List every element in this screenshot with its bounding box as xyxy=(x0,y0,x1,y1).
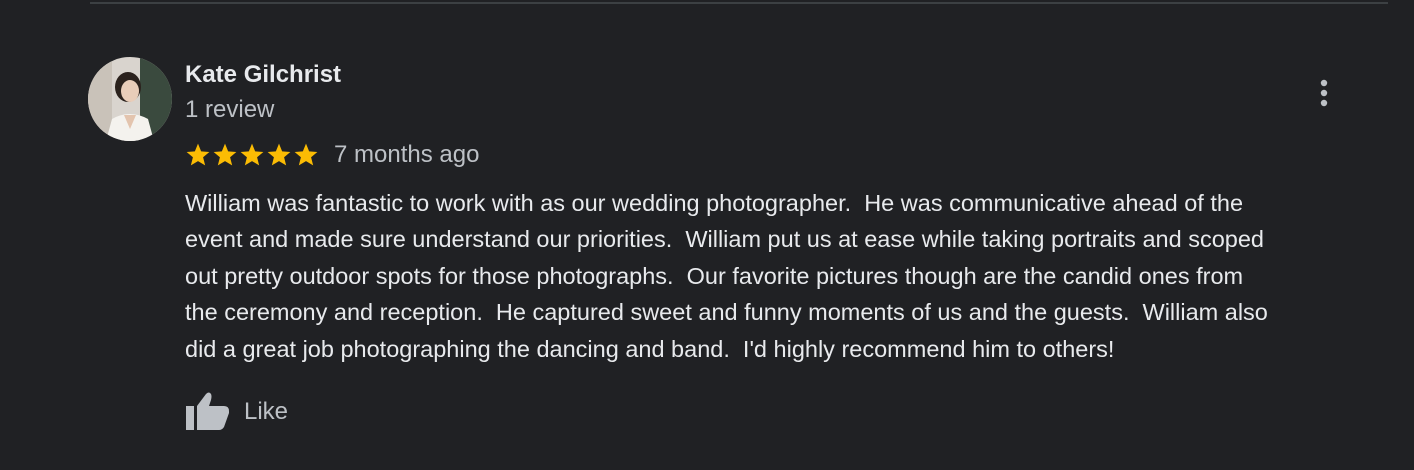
review-text-line: the ceremony and reception. He captured … xyxy=(185,299,1268,326)
star-icon xyxy=(240,143,264,166)
rating-row: 7 months ago xyxy=(185,141,480,168)
author-review-count: 1 review xyxy=(185,96,275,123)
star-icon xyxy=(186,143,210,166)
thumb-up-icon xyxy=(186,392,229,430)
more-vert-icon xyxy=(1320,79,1328,107)
like-label: Like xyxy=(244,398,289,425)
avatar[interactable] xyxy=(88,57,172,141)
like-button[interactable]: Like xyxy=(184,392,288,432)
review-text-line: did a great job photographing the dancin… xyxy=(185,335,1115,362)
author-name[interactable]: Kate Gilchrist xyxy=(185,61,341,89)
review-text-line: William was fantastic to work with as ou… xyxy=(185,190,1244,216)
review-time: 7 months ago xyxy=(334,141,480,168)
star-icon xyxy=(267,143,291,166)
divider xyxy=(90,2,1388,4)
star-icon xyxy=(294,143,318,166)
star-icon xyxy=(213,143,237,166)
review-text-line: event and made sure understand our prior… xyxy=(185,226,1264,253)
star-rating xyxy=(185,142,319,168)
review-text: William was fantastic to work with as ou… xyxy=(185,185,1395,367)
review-text-line: out pretty outdoor spots for those photo… xyxy=(185,262,1244,289)
avatar-image xyxy=(88,57,172,141)
more-options-button[interactable] xyxy=(1311,76,1337,110)
